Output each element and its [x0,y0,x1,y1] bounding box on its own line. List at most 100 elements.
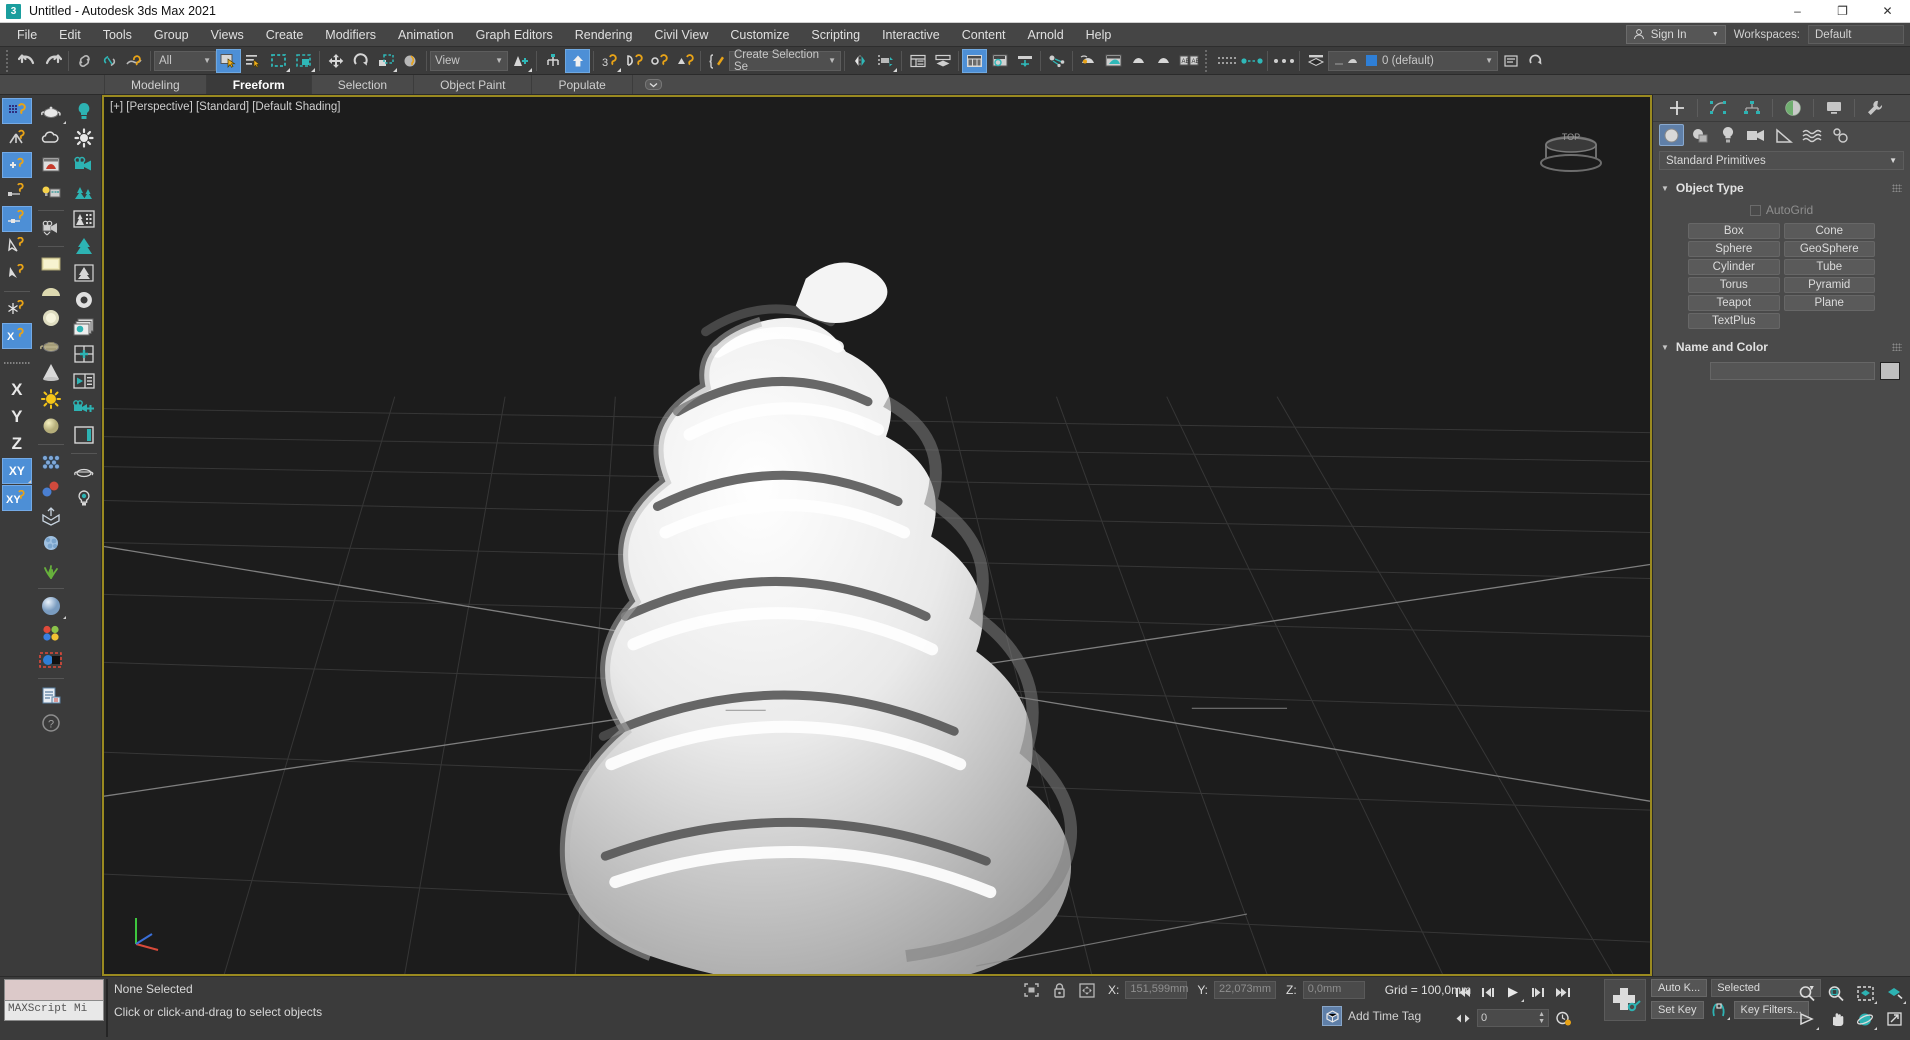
time-tag-icon[interactable] [1322,1006,1342,1026]
next-frame-icon[interactable] [1527,982,1549,1002]
modify-tab[interactable] [1702,97,1734,120]
y-coord-input[interactable]: 22,073mm [1214,981,1277,999]
percent-snap-toggle-icon[interactable] [1,152,32,178]
menu-item-civil-view[interactable]: Civil View [643,25,719,45]
redo-icon[interactable] [40,49,65,73]
menu-item-content[interactable]: Content [951,25,1017,45]
dashed-line-icon[interactable] [1239,49,1264,73]
layer-explorer-icon[interactable] [905,49,930,73]
minimize-button[interactable]: – [1775,0,1820,22]
menu-item-views[interactable]: Views [200,25,255,45]
axis-xy-snap-icon[interactable]: XY [1,485,32,511]
add-time-tag-label[interactable]: Add Time Tag [1348,1009,1421,1023]
dynamics-icon[interactable] [36,503,66,529]
object-color-swatch[interactable] [1880,362,1900,380]
menu-item-rendering[interactable]: Rendering [564,25,644,45]
ribbon-toggle-icon[interactable] [962,48,987,73]
menu-item-animation[interactable]: Animation [387,25,465,45]
select-and-scale-icon[interactable] [373,49,398,73]
object-type-header[interactable]: ▼ Object Type [1653,179,1910,197]
color-swatches-icon[interactable] [36,620,66,646]
ribbon-minimize-icon[interactable] [639,75,669,94]
z-coord-input[interactable]: 0,0mm [1302,981,1365,999]
axis-y-icon[interactable]: Y [2,404,32,430]
cloud-icon[interactable] [36,125,66,151]
menu-item-group[interactable]: Group [143,25,200,45]
report-icon[interactable] [36,683,66,709]
sphere-light-icon[interactable] [36,305,66,331]
sphere-gradient-icon[interactable] [36,413,66,439]
tree-icon[interactable] [69,233,99,259]
angle-snap-icon[interactable] [622,49,647,73]
layer-select[interactable]: 0 (default) ▼ [1328,50,1498,71]
utilities-tab[interactable] [1859,97,1891,120]
edit-named-selection-icon[interactable] [704,49,729,73]
scene-explorer-icon[interactable] [930,49,955,73]
go-to-end-icon[interactable] [1552,982,1574,1002]
helpers-icon[interactable] [1771,124,1796,146]
keyboard-shortcut-override-icon[interactable] [565,48,590,73]
menu-item-modifiers[interactable]: Modifiers [314,25,387,45]
selection-filter-select[interactable]: All ▼ [154,50,216,71]
select-and-rotate-icon[interactable] [348,49,373,73]
named-selection-sets-select[interactable]: Create Selection Se ▼ [729,49,841,73]
camera-icon[interactable] [36,215,66,241]
previous-frame-icon[interactable] [1477,982,1499,1002]
teapot-icon[interactable] [36,98,66,124]
bind-space-warp-icon[interactable] [122,49,147,73]
dome-light-icon[interactable] [36,278,66,304]
create-geosphere-button[interactable]: GeoSphere [1783,241,1875,257]
render-frame-window-icon[interactable] [1101,49,1126,73]
building-icon[interactable] [69,206,99,232]
render-production-icon[interactable] [1126,49,1151,73]
layer-stack-icon[interactable] [1303,49,1328,73]
window-crossing-icon[interactable] [291,49,316,73]
maxscript-mini-listener[interactable]: MAXScript Mi [4,979,104,1021]
create-tube-button[interactable]: Tube [1783,259,1875,275]
maximize-button[interactable]: ❐ [1820,0,1865,22]
field-of-view-icon[interactable] [1795,1008,1819,1030]
autogrid-checkbox[interactable] [1749,204,1761,216]
zoom-icon[interactable] [1795,982,1819,1004]
x-coord-input[interactable]: 151,599mm [1125,981,1188,999]
sign-in-button[interactable]: Sign In ▼ [1625,25,1726,44]
select-and-move-icon[interactable] [323,49,348,73]
time-configuration-icon[interactable] [1552,1008,1574,1028]
grid-dots-icon[interactable] [1214,49,1239,73]
snaps-toggle-icon[interactable]: 3 [597,49,622,73]
auto-key-button[interactable]: Auto K... [1651,979,1708,997]
absolute-relative-transform-icon[interactable] [1076,980,1098,1000]
create-tab[interactable] [1661,97,1693,120]
curve-editor-icon[interactable] [987,49,1012,73]
render-preview-icon[interactable] [36,152,66,178]
cameras-icon[interactable] [1743,124,1768,146]
help-icon[interactable]: ? [36,710,66,736]
teapot-outline-icon[interactable] [69,458,99,484]
render-iterative-icon[interactable] [1151,49,1176,73]
camera-green-icon[interactable] [69,152,99,178]
cycle-icon[interactable] [1523,49,1548,73]
sun-icon[interactable] [36,386,66,412]
key-mode-toggle-icon[interactable] [1708,1000,1730,1020]
spinner-snap-icon[interactable] [672,49,697,73]
axis-constraint-x-icon[interactable]: X [1,323,32,349]
create-box-button[interactable]: Box [1688,223,1780,239]
pan-view-icon[interactable] [1824,1008,1848,1030]
grass-icon[interactable] [36,557,66,583]
perspective-viewport[interactable]: [+] [Perspective] [Standard] [Default Sh… [102,95,1652,976]
panel-icon[interactable] [69,422,99,448]
ribbon-tab-object-paint[interactable]: Object Paint [414,75,533,94]
spinner-arrows-icon[interactable]: ▲ ▼ [1538,1011,1545,1025]
use-center-flyout-icon[interactable] [508,49,533,73]
menu-item-interactive[interactable]: Interactive [871,25,951,45]
create-cylinder-button[interactable]: Cylinder [1688,259,1780,275]
menu-item-create[interactable]: Create [255,25,315,45]
zoom-region-icon[interactable] [1882,982,1906,1004]
unlink-icon[interactable] [97,49,122,73]
light-setup-icon[interactable] [36,179,66,205]
torus-ring-icon[interactable] [69,287,99,313]
play-panel-icon[interactable] [69,368,99,394]
rollout-grip[interactable] [1892,184,1902,192]
particle-array-icon[interactable] [36,449,66,475]
create-textplus-button[interactable]: TextPlus [1688,313,1780,329]
